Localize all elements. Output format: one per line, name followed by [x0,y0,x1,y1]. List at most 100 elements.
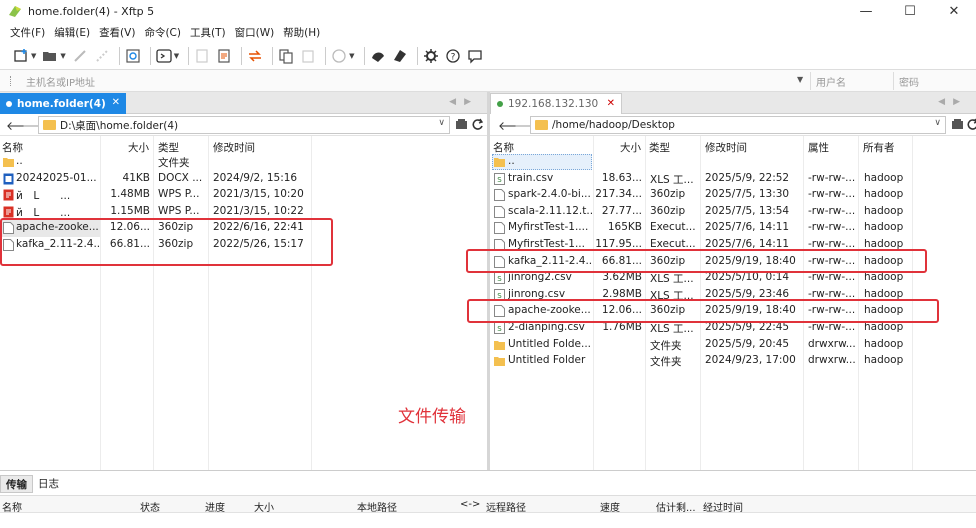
table-row[interactable]: Strain.csv 18.63... XLS 工... 2025/5/9, 22:5… [490,171,976,188]
table-row[interactable]: S 2-dianping.csv 1.76MB XLS 工... 2025/5/9, 2… [490,320,976,337]
close-tab-icon[interactable]: ✕ [607,98,615,109]
refresh-session-icon[interactable] [124,47,142,65]
parent-folder-icon [494,158,505,167]
refresh-icon[interactable] [966,118,976,131]
transfer-col-progress[interactable]: 进度 [205,499,225,514]
column-header-name[interactable]: 名称 [493,140,514,155]
table-row-details[interactable]: 41KB DOCX ... 2024/9/2, 15:16 [100,171,487,188]
spreadsheet-file-icon: S [494,288,505,301]
chat-icon[interactable] [466,47,484,65]
new-session-icon[interactable] [12,47,30,65]
column-header-modified[interactable]: 修改时间 [213,140,255,155]
table-row-details[interactable]: 文件夹 [100,154,487,171]
terminal-icon[interactable] [155,47,173,65]
xftp-icon[interactable] [391,47,409,65]
username-input[interactable]: 用户名 [816,74,846,89]
transfer-col-remote-path[interactable]: 远程路径 [486,499,526,514]
close-window-button[interactable]: ✕ [932,0,976,22]
open-dropdown-icon[interactable]: ▼ [60,52,65,60]
tab-local[interactable]: home.folder(4) ✕ [0,93,126,114]
table-row[interactable]: MyfirstTest-1... 117.95... Execut... 2025/7… [490,237,976,254]
menu-view[interactable]: 查看(V) [99,25,135,40]
transfer-col-name[interactable]: 名称 [2,499,22,514]
toolbar-separator [363,46,365,65]
refresh-icon[interactable] [471,118,484,131]
table-row[interactable]: Untitled Folde... 文件夹 2025/5/9, 20:45 drwxr… [490,337,976,354]
column-header-type[interactable]: 类型 [649,140,670,155]
table-row[interactable]: Sjinrong.csv 2.98MB XLS 工... 2025/5/9, 23:4… [490,287,976,304]
tab-scroll-arrows-icon[interactable]: ◀▶ [449,97,479,107]
copy-icon[interactable] [277,47,295,65]
column-header-owner[interactable]: 所有者 [863,140,895,155]
menu-help[interactable]: 帮助(H) [283,25,320,40]
table-row-details[interactable]: 66.81... 360zip 2022/5/26, 15:17 [100,237,487,254]
file-modified: 2024/9/2, 15:16 [213,171,298,184]
file-attributes: -rw-rw-... [808,171,856,184]
file-name: 2-dianping.csv [508,321,585,333]
maximize-button[interactable]: ☐ [888,0,932,22]
table-row[interactable]: apache-zooke... [0,220,100,237]
minimize-button[interactable]: — [844,0,888,22]
close-tab-icon[interactable]: ✕ [112,97,120,108]
table-row[interactable]: spark-2.4.0-bi... 217.34... 360zip 2025/7/5… [490,187,976,204]
text-file-icon[interactable] [215,47,233,65]
terminal-dropdown-icon[interactable]: ▼ [174,52,179,60]
table-row[interactable]: .. [490,154,976,171]
menu-window[interactable]: 窗口(W) [235,25,275,40]
column-header-size[interactable]: 大小 [620,140,641,155]
table-row[interactable]: MyfirstTest-1.... 165KB Execut... 2025/7/6,… [490,220,976,237]
password-input[interactable]: 密码 [899,74,919,89]
remote-path-input[interactable]: /home/hadoop/Desktop ∨ [530,116,946,134]
host-input[interactable]: 主机名或IP地址 [26,74,95,89]
sync-icon[interactable] [246,47,264,65]
file-type: XLS 工... [650,173,694,186]
file-owner: hadoop [864,238,904,250]
transfer-col-size[interactable]: 大小 [254,499,274,514]
table-row[interactable]: apache-zooke... 12.06... 360zip 2025/9/19, … [490,303,976,320]
open-folder-icon[interactable] [41,47,59,65]
menu-command[interactable]: 命令(C) [144,25,181,40]
bookmark-folder-icon[interactable] [455,118,468,131]
menu-file[interactable]: 文件(F) [10,25,45,40]
path-dropdown-icon[interactable]: ∨ [934,118,941,128]
xshell-icon[interactable] [369,47,387,65]
column-header-type[interactable]: 类型 [158,140,179,155]
column-header-modified[interactable]: 修改时间 [705,140,747,155]
menu-edit[interactable]: 编辑(E) [54,25,90,40]
globe-icon [330,47,348,65]
column-header-size[interactable]: 大小 [128,140,149,155]
tab-remote[interactable]: 192.168.132.130 ✕ [490,93,622,114]
tab-transfers[interactable]: 传输 [0,475,33,493]
folder-icon [494,357,505,367]
host-dropdown-icon[interactable]: ▼ [797,75,803,84]
table-row[interactable]: Untitled Folder 文件夹 2024/9/23, 17:00 drwxrw… [490,353,976,370]
transfer-col-speed[interactable]: 速度 [600,499,620,514]
table-row-details[interactable]: 12.06... 360zip 2022/6/16, 22:41 [100,220,487,237]
help-icon[interactable]: ? [444,47,462,65]
transfer-col-elapsed[interactable]: 经过时间 [703,499,743,514]
column-header-attributes[interactable]: 属性 [808,140,829,155]
new-session-dropdown-icon[interactable]: ▼ [31,52,36,60]
settings-gear-icon[interactable] [422,47,440,65]
tab-log[interactable]: 日志 [33,475,64,493]
table-row-details[interactable]: 1.48MB WPS P... 2021/3/15, 10:20 [100,187,487,204]
file-size: 66.81... [601,254,642,267]
table-row[interactable]: kafka_2.11-2.4.... 66.81... 360zip 2025/9/1… [490,254,976,271]
transfer-col-status[interactable]: 状态 [140,499,160,514]
transfer-col-direction[interactable]: <-> [460,499,480,510]
column-header-name[interactable]: 名称 [2,140,23,155]
transfer-col-eta[interactable]: 估计剩... [656,499,696,514]
tab-status-dot [6,100,12,107]
file-owner: hadoop [864,254,904,267]
bookmark-folder-icon[interactable] [951,118,964,131]
path-dropdown-icon[interactable]: ∨ [438,118,445,128]
menu-tools[interactable]: 工具(T) [190,25,226,40]
file-modified: 2022/6/16, 22:41 [213,221,304,234]
local-path-input[interactable]: D:\桌面\home.folder(4) ∨ [38,116,450,134]
tab-scroll-arrows-icon[interactable]: ◀▶ [938,97,968,107]
table-row[interactable]: scala-2.11.12.t... 27.77... 360zip 2025/7/5… [490,204,976,221]
table-row[interactable]: Sjinrong2.csv 3.62MB XLS 工... 2025/5/10, 0:… [490,270,976,287]
remote-file-list: 名称 大小 类型 修改时间 属性 所有者 .. Strain.csv 18.63..… [490,136,976,470]
transfer-col-local-path[interactable]: 本地路径 [357,499,397,514]
table-row-details[interactable]: 1.15MB WPS P... 2021/3/15, 10:22 [100,204,487,221]
